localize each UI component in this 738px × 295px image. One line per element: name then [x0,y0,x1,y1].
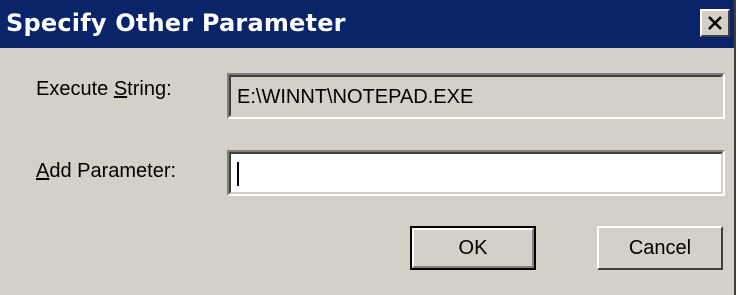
close-x-icon [708,16,722,30]
ok-button-label: OK [412,228,534,268]
dialog-title: Specify Other Parameter [6,9,346,37]
specify-parameter-dialog: Specify Other Parameter Execute String: … [0,0,736,295]
add-parameter-label: Add Parameter: [36,160,177,182]
text-caret [237,162,239,186]
execute-string-label: Execute String: [36,78,172,100]
cancel-button[interactable]: Cancel [597,226,723,270]
close-button[interactable] [700,9,730,37]
execute-string-value: E:\WINNT\NOTEPAD.EXE [237,86,474,108]
title-bar[interactable]: Specify Other Parameter [0,0,734,48]
add-parameter-input[interactable] [227,150,725,196]
execute-string-field: E:\WINNT\NOTEPAD.EXE [227,73,725,119]
ok-button[interactable]: OK [410,226,536,270]
